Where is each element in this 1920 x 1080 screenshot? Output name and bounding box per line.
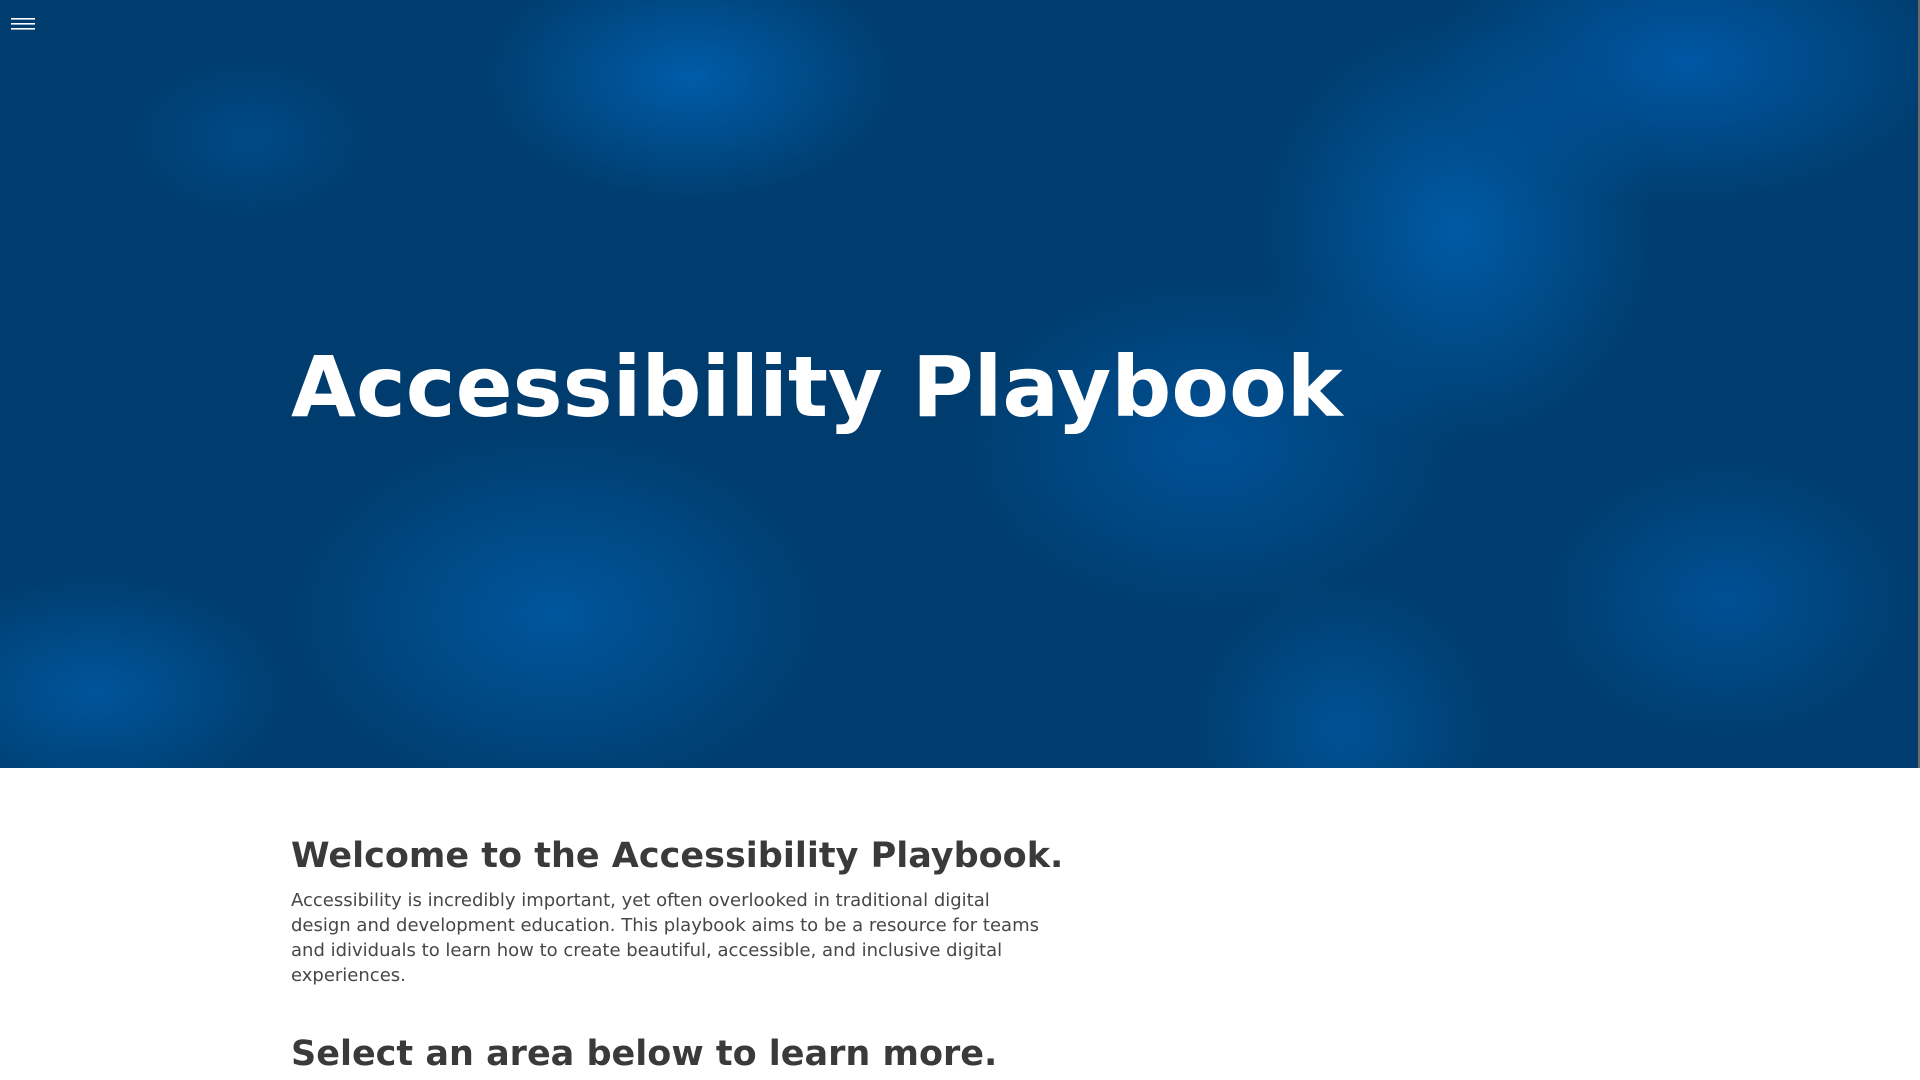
select-area-heading: Select an area below to learn more. bbox=[291, 1034, 998, 1074]
menu-button[interactable] bbox=[9, 13, 37, 35]
page-title: Accessibility Playbook bbox=[291, 338, 1343, 436]
intro-paragraph: Accessibility is incredibly important, y… bbox=[291, 890, 1040, 986]
page: Accessibility Playbook Welcome to the Ac… bbox=[0, 0, 1920, 1080]
hamburger-menu-icon bbox=[11, 18, 35, 30]
hero-banner: Accessibility Playbook bbox=[0, 0, 1918, 768]
welcome-heading: Welcome to the Accessibility Playbook. bbox=[291, 836, 1064, 876]
